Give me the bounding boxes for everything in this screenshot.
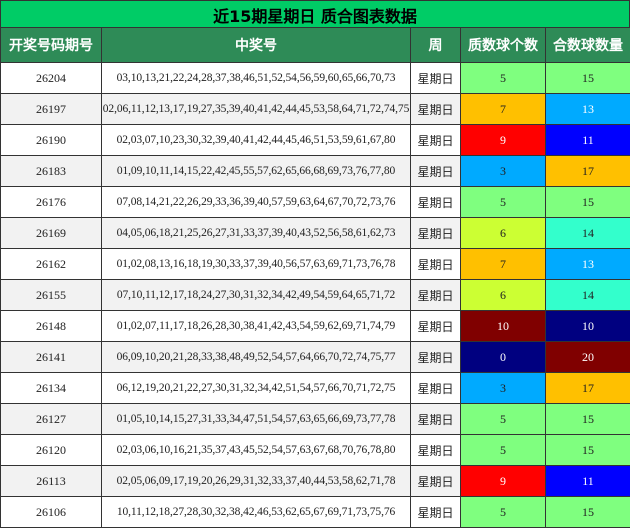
data-table: 开奖号码期号 中奖号 周 质数球个数 合数球数量 26204 03,10,13,2… <box>0 27 630 528</box>
cell-week: 星期日 <box>410 186 461 218</box>
cell-prime-count: 6 <box>460 279 546 311</box>
table-row: 26204 03,10,13,21,22,24,28,37,38,46,51,52… <box>0 62 630 94</box>
cell-week: 星期日 <box>410 248 461 280</box>
cell-composite-count: 13 <box>545 93 630 125</box>
cell-week: 星期日 <box>410 62 461 94</box>
cell-week: 星期日 <box>410 93 461 125</box>
cell-numbers: 01,05,10,14,15,27,31,33,34,47,51,54,57,6… <box>101 403 411 435</box>
cell-prime-count: 3 <box>460 372 546 404</box>
cell-week: 星期日 <box>410 217 461 249</box>
cell-week: 星期日 <box>410 310 461 342</box>
cell-numbers: 01,02,08,13,16,18,19,30,33,37,39,40,56,5… <box>101 248 411 280</box>
page-title: 近15期星期日 质合图表数据 <box>0 0 630 29</box>
table-row: 26148 01,02,07,11,17,18,26,28,30,38,41,42… <box>0 310 630 342</box>
cell-numbers: 07,10,11,12,17,18,24,27,30,31,32,34,42,4… <box>101 279 411 311</box>
cell-week: 星期日 <box>410 496 461 528</box>
cell-week: 星期日 <box>410 341 461 373</box>
cell-composite-count: 11 <box>545 465 630 497</box>
cell-composite-count: 13 <box>545 248 630 280</box>
cell-composite-count: 15 <box>545 403 630 435</box>
cell-week: 星期日 <box>410 372 461 404</box>
cell-numbers: 10,11,12,18,27,28,30,32,38,42,46,53,62,6… <box>101 496 411 528</box>
cell-week: 星期日 <box>410 434 461 466</box>
table-row: 26113 02,05,06,09,17,19,20,26,29,31,32,33… <box>0 465 630 497</box>
cell-issue: 26176 <box>0 186 102 218</box>
header-numbers: 中奖号 <box>101 27 411 63</box>
table-row: 26197 02,06,11,12,13,17,19,27,35,39,40,41… <box>0 93 630 125</box>
cell-composite-count: 15 <box>545 434 630 466</box>
cell-numbers: 01,09,10,11,14,15,22,42,45,55,57,62,65,6… <box>101 155 411 187</box>
cell-composite-count: 17 <box>545 372 630 404</box>
cell-week: 星期日 <box>410 403 461 435</box>
table-row: 26190 02,03,07,10,23,30,32,39,40,41,42,44… <box>0 124 630 156</box>
cell-issue: 26141 <box>0 341 102 373</box>
cell-prime-count: 6 <box>460 217 546 249</box>
cell-issue: 26148 <box>0 310 102 342</box>
cell-week: 星期日 <box>410 465 461 497</box>
header-issue: 开奖号码期号 <box>0 27 102 63</box>
cell-issue: 26162 <box>0 248 102 280</box>
table-row: 26162 01,02,08,13,16,18,19,30,33,37,39,40… <box>0 248 630 280</box>
cell-issue: 26134 <box>0 372 102 404</box>
cell-issue: 26120 <box>0 434 102 466</box>
cell-issue: 26169 <box>0 217 102 249</box>
cell-numbers: 02,05,06,09,17,19,20,26,29,31,32,33,37,4… <box>101 465 411 497</box>
cell-numbers: 02,03,06,10,16,21,35,37,43,45,52,54,57,6… <box>101 434 411 466</box>
cell-week: 星期日 <box>410 279 461 311</box>
table-row: 26141 06,09,10,20,21,28,33,38,48,49,52,54… <box>0 341 630 373</box>
cell-issue: 26197 <box>0 93 102 125</box>
table-header-row: 开奖号码期号 中奖号 周 质数球个数 合数球数量 <box>0 27 630 63</box>
cell-issue: 26106 <box>0 496 102 528</box>
table-row: 26169 04,05,06,18,21,25,26,27,31,33,37,39… <box>0 217 630 249</box>
cell-issue: 26127 <box>0 403 102 435</box>
cell-composite-count: 15 <box>545 62 630 94</box>
table-row: 26176 07,08,14,21,22,26,29,33,36,39,40,57… <box>0 186 630 218</box>
cell-numbers: 02,03,07,10,23,30,32,39,40,41,42,44,45,4… <box>101 124 411 156</box>
cell-prime-count: 3 <box>460 155 546 187</box>
cell-issue: 26204 <box>0 62 102 94</box>
cell-composite-count: 11 <box>545 124 630 156</box>
cell-numbers: 01,02,07,11,17,18,26,28,30,38,41,42,43,5… <box>101 310 411 342</box>
cell-prime-count: 9 <box>460 124 546 156</box>
table-row: 26134 06,12,19,20,21,22,27,30,31,32,34,42… <box>0 372 630 404</box>
cell-issue: 26190 <box>0 124 102 156</box>
cell-issue: 26183 <box>0 155 102 187</box>
cell-prime-count: 9 <box>460 465 546 497</box>
table-row: 26106 10,11,12,18,27,28,30,32,38,42,46,53… <box>0 496 630 528</box>
cell-numbers: 07,08,14,21,22,26,29,33,36,39,40,57,59,6… <box>101 186 411 218</box>
cell-numbers: 03,10,13,21,22,24,28,37,38,46,51,52,54,5… <box>101 62 411 94</box>
table-row: 26155 07,10,11,12,17,18,24,27,30,31,32,34… <box>0 279 630 311</box>
table-row: 26120 02,03,06,10,16,21,35,37,43,45,52,54… <box>0 434 630 466</box>
cell-composite-count: 15 <box>545 496 630 528</box>
cell-numbers: 04,05,06,18,21,25,26,27,31,33,37,39,40,4… <box>101 217 411 249</box>
cell-prime-count: 5 <box>460 403 546 435</box>
table-row: 26183 01,09,10,11,14,15,22,42,45,55,57,62… <box>0 155 630 187</box>
cell-numbers: 06,09,10,20,21,28,33,38,48,49,52,54,57,6… <box>101 341 411 373</box>
table-row: 26127 01,05,10,14,15,27,31,33,34,47,51,54… <box>0 403 630 435</box>
cell-issue: 26113 <box>0 465 102 497</box>
cell-prime-count: 10 <box>460 310 546 342</box>
cell-week: 星期日 <box>410 155 461 187</box>
table-body: 26204 03,10,13,21,22,24,28,37,38,46,51,52… <box>0 62 630 528</box>
header-prime-count: 质数球个数 <box>460 27 546 63</box>
cell-numbers: 02,06,11,12,13,17,19,27,35,39,40,41,42,4… <box>101 93 411 125</box>
cell-prime-count: 0 <box>460 341 546 373</box>
cell-prime-count: 5 <box>460 62 546 94</box>
cell-issue: 26155 <box>0 279 102 311</box>
cell-composite-count: 17 <box>545 155 630 187</box>
cell-composite-count: 15 <box>545 186 630 218</box>
cell-prime-count: 5 <box>460 434 546 466</box>
cell-prime-count: 7 <box>460 93 546 125</box>
cell-composite-count: 20 <box>545 341 630 373</box>
cell-week: 星期日 <box>410 124 461 156</box>
cell-numbers: 06,12,19,20,21,22,27,30,31,32,34,42,51,5… <box>101 372 411 404</box>
cell-composite-count: 10 <box>545 310 630 342</box>
cell-prime-count: 7 <box>460 248 546 280</box>
header-week: 周 <box>410 27 461 63</box>
cell-composite-count: 14 <box>545 279 630 311</box>
cell-composite-count: 14 <box>545 217 630 249</box>
cell-prime-count: 5 <box>460 186 546 218</box>
header-composite-count: 合数球数量 <box>545 27 630 63</box>
cell-prime-count: 5 <box>460 496 546 528</box>
